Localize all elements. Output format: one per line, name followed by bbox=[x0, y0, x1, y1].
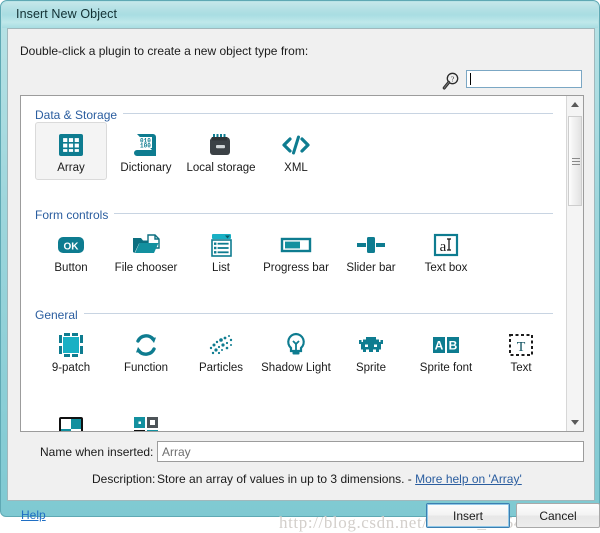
plugin-item-label: Shadow Light bbox=[261, 362, 331, 374]
plugin-item-tilemap[interactable] bbox=[110, 406, 182, 431]
plugin-item-label: Button bbox=[54, 262, 88, 274]
insert-button[interactable]: Insert bbox=[426, 503, 510, 528]
plugin-item-label: List bbox=[212, 262, 230, 274]
tilemap-add-icon bbox=[111, 412, 181, 431]
loop-arrows-icon bbox=[111, 328, 181, 362]
instruction-text: Double-click a plugin to create a new ob… bbox=[20, 44, 309, 58]
grid-icon bbox=[36, 128, 106, 162]
name-input[interactable] bbox=[157, 441, 584, 462]
dashed-text-icon: T bbox=[486, 328, 556, 362]
particles-icon bbox=[186, 328, 256, 362]
plugin-item-label: Sprite font bbox=[419, 362, 473, 374]
help-link[interactable]: Help bbox=[21, 508, 46, 522]
plugin-item-label: Particles bbox=[198, 362, 244, 374]
plugin-list-panel[interactable]: Data & Storage Array 010 100 Dictionary … bbox=[20, 95, 584, 432]
plugin-item-label: Function bbox=[123, 362, 169, 374]
scroll-down-arrow-icon[interactable] bbox=[567, 414, 583, 431]
list-box-icon bbox=[186, 228, 256, 262]
cancel-button[interactable]: Cancel bbox=[516, 503, 600, 528]
plugin-item-function[interactable]: Function bbox=[110, 322, 182, 380]
group-title: Data & Storage bbox=[35, 108, 124, 122]
scroll-up-arrow-icon[interactable] bbox=[567, 96, 583, 113]
svg-text:100: 100 bbox=[140, 143, 151, 150]
plugin-item-label: Sprite bbox=[355, 362, 387, 374]
code-tags-icon bbox=[261, 128, 331, 162]
text-caret bbox=[470, 73, 471, 85]
svg-text:?: ? bbox=[451, 75, 455, 84]
svg-text:T: T bbox=[517, 340, 526, 355]
plugin-item-label: Text bbox=[510, 362, 532, 374]
search-help-icon: ? bbox=[441, 71, 461, 91]
description-label: Description: bbox=[92, 472, 156, 486]
description-text: Store an array of values in up to 3 dime… bbox=[157, 472, 522, 486]
plugin-item-label: Progress bar bbox=[263, 262, 329, 274]
plugin-item-progress-bar[interactable]: Progress bar bbox=[260, 222, 332, 280]
search-input[interactable] bbox=[466, 70, 582, 88]
scroll-grip-icon bbox=[572, 158, 580, 165]
slider-bar-icon bbox=[336, 228, 406, 262]
plugin-item-label: Dictionary bbox=[120, 162, 172, 174]
more-help-link[interactable]: More help on 'Array' bbox=[415, 472, 522, 486]
binary-book-icon: 010 100 bbox=[111, 128, 181, 162]
plugin-item-local-storage[interactable]: Local storage bbox=[185, 122, 257, 180]
plugin-item-sprite[interactable]: Sprite bbox=[335, 322, 407, 380]
plugin-item-array[interactable]: Array bbox=[35, 122, 107, 180]
plugin-item-xml[interactable]: XML bbox=[260, 122, 332, 180]
group-title: Form controls bbox=[35, 208, 115, 222]
text-box-icon: a bbox=[411, 228, 481, 262]
storage-drive-icon bbox=[186, 128, 256, 162]
plugin-item-label: Array bbox=[57, 162, 85, 174]
space-invader-icon bbox=[336, 328, 406, 362]
plugin-item-particles[interactable]: Particles bbox=[185, 322, 257, 380]
plugin-list-scroll-content: Data & Storage Array 010 100 Dictionary … bbox=[21, 96, 567, 431]
svg-text:a: a bbox=[440, 239, 447, 255]
plugin-item-label: Slider bar bbox=[346, 262, 396, 274]
ab-letters-icon: A B bbox=[411, 328, 481, 362]
plugin-item-label: Text box bbox=[424, 262, 468, 274]
plugin-item-label: 9-patch bbox=[51, 362, 91, 374]
name-field-label: Name when inserted: bbox=[40, 445, 154, 459]
plugin-item-dictionary[interactable]: 010 100 Dictionary bbox=[110, 122, 182, 180]
plugin-item-text-box[interactable]: a Text box bbox=[410, 222, 482, 280]
title-bar[interactable]: Insert New Object bbox=[2, 2, 598, 28]
plugin-item-sprite-font[interactable]: A B Sprite font bbox=[410, 322, 482, 380]
window-title: Insert New Object bbox=[16, 7, 118, 21]
light-bulb-icon bbox=[261, 328, 331, 362]
plugin-item-tiled-background[interactable] bbox=[35, 406, 107, 431]
plugin-item-shadow-light[interactable]: Shadow Light bbox=[260, 322, 332, 380]
svg-text:B: B bbox=[449, 339, 458, 353]
svg-text:OK: OK bbox=[64, 242, 80, 253]
plugin-item-label: Local storage bbox=[186, 162, 256, 174]
nine-patch-icon bbox=[36, 328, 106, 362]
plugin-item-9-patch[interactable]: 9-patch bbox=[35, 322, 107, 380]
ok-button-icon: OK bbox=[36, 228, 106, 262]
progress-bar-icon bbox=[261, 228, 331, 262]
scroll-thumb[interactable] bbox=[568, 116, 582, 206]
dialog-client-area: Double-click a plugin to create a new ob… bbox=[7, 28, 600, 532]
plugin-item-file-chooser[interactable]: File chooser bbox=[110, 222, 182, 280]
plugin-list-scrollbar[interactable] bbox=[566, 96, 583, 431]
plugin-item-list[interactable]: List bbox=[185, 222, 257, 280]
plugin-item-text[interactable]: T Text bbox=[485, 322, 557, 380]
checker-tile-icon bbox=[36, 412, 106, 431]
open-folder-icon bbox=[111, 228, 181, 262]
svg-text:A: A bbox=[435, 339, 444, 353]
plugin-item-button[interactable]: OK Button bbox=[35, 222, 107, 280]
plugin-item-label: File chooser bbox=[114, 262, 178, 274]
group-title: General bbox=[35, 308, 84, 322]
plugin-item-label: XML bbox=[284, 162, 308, 174]
plugin-item-slider-bar[interactable]: Slider bar bbox=[335, 222, 407, 280]
description-body: Store an array of values in up to 3 dime… bbox=[157, 472, 416, 486]
insert-new-object-dialog: Insert New Object Double-click a plugin … bbox=[0, 0, 600, 532]
